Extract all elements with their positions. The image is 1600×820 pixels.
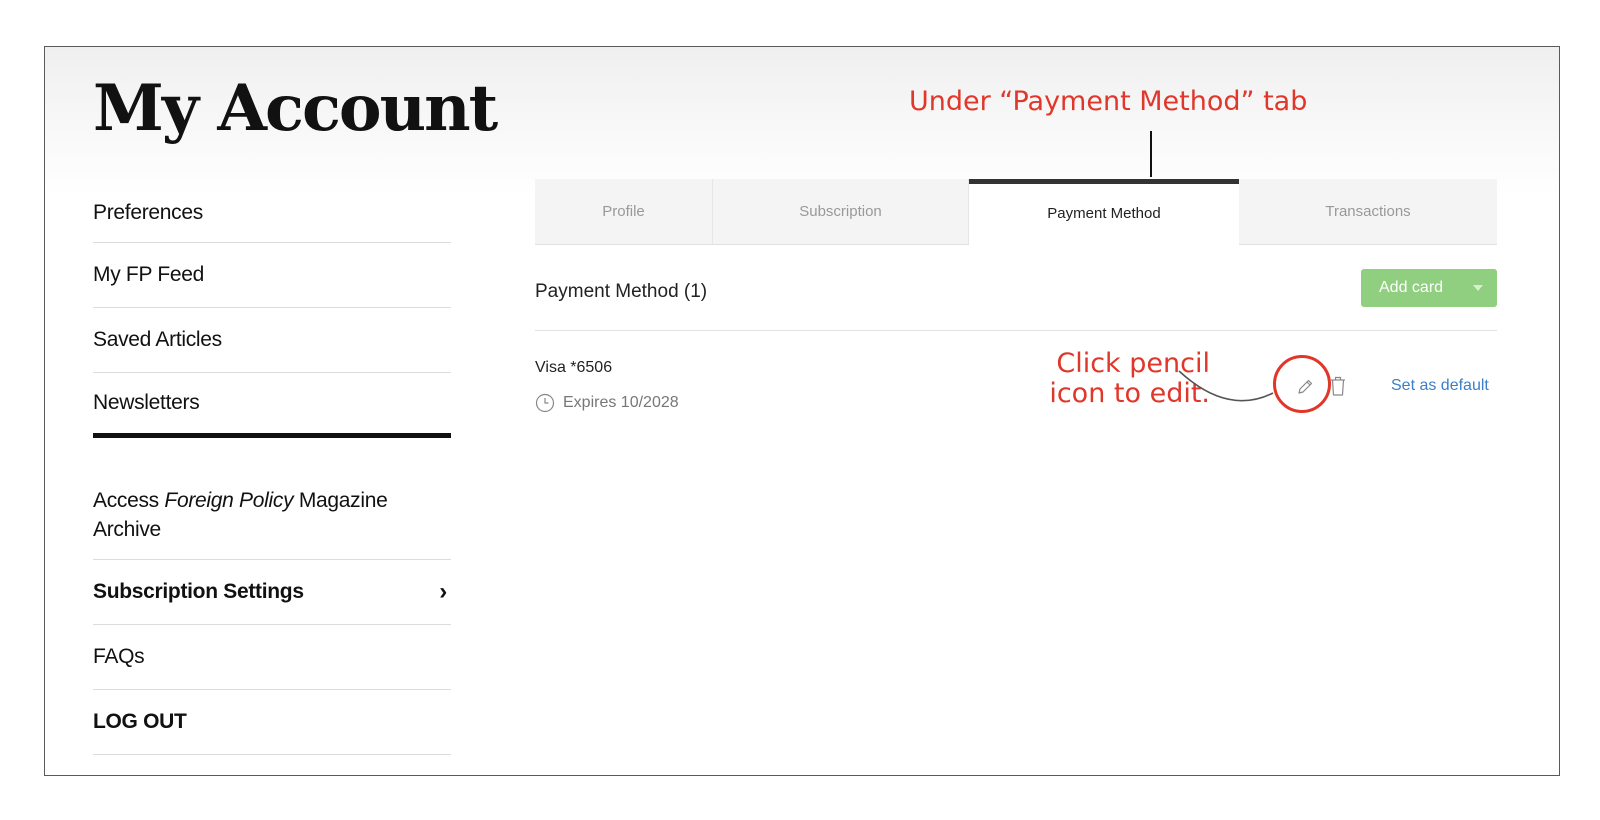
trash-icon[interactable] xyxy=(1329,375,1347,397)
sidebar-item-label: Newsletters xyxy=(93,391,200,414)
annotation-pointer-line xyxy=(1150,131,1152,177)
sidebar-item-faqs[interactable]: FAQs xyxy=(93,625,451,690)
sidebar-item-label: LOG OUT xyxy=(93,710,187,733)
sidebar-item-label: FAQs xyxy=(93,645,145,668)
sidebar: Preferences My FP Feed Saved Articles Ne… xyxy=(93,183,451,755)
annotation-tab-note: Under “Payment Method” tab xyxy=(909,86,1308,117)
account-page: My Account Under “Payment Method” tab Pr… xyxy=(44,46,1560,776)
archive-label-pre: Access xyxy=(93,489,165,512)
tab-subscription[interactable]: Subscription xyxy=(713,179,969,245)
tab-profile[interactable]: Profile xyxy=(535,179,713,245)
sidebar-item-newsletters[interactable]: Newsletters xyxy=(93,373,451,438)
tab-transactions[interactable]: Transactions xyxy=(1239,179,1497,245)
annotation-highlight-circle xyxy=(1273,355,1331,413)
chevron-right-icon: › xyxy=(439,578,447,605)
clock-icon xyxy=(535,393,555,413)
add-card-label: Add card xyxy=(1379,279,1444,296)
sidebar-item-label: Saved Articles xyxy=(93,328,222,351)
payment-method-header: Payment Method (1) Add card xyxy=(535,269,1497,331)
tab-payment-method[interactable]: Payment Method xyxy=(969,179,1239,245)
sidebar-item-saved-articles[interactable]: Saved Articles xyxy=(93,308,451,373)
sidebar-item-label: Access Foreign Policy Magazine Archive xyxy=(93,486,451,544)
account-tabs: Profile Subscription Payment Method Tran… xyxy=(535,179,1497,245)
sidebar-item-subscription-settings[interactable]: Subscription Settings › xyxy=(93,560,451,625)
sidebar-item-label: Subscription Settings xyxy=(93,580,304,603)
card-name: Visa *6506 xyxy=(535,359,613,376)
card-expiry: Expires 10/2028 xyxy=(535,393,679,413)
sidebar-item-label: Preferences xyxy=(93,200,203,224)
caret-down-icon[interactable] xyxy=(1473,285,1483,291)
sidebar-item-magazine-archive[interactable]: Access Foreign Policy Magazine Archive xyxy=(93,472,451,560)
set-as-default-link[interactable]: Set as default xyxy=(1391,377,1489,395)
add-card-button[interactable]: Add card xyxy=(1361,269,1497,307)
sidebar-item-logout[interactable]: LOG OUT xyxy=(93,690,451,755)
card-expiry-text: Expires 10/2028 xyxy=(563,394,679,411)
sidebar-item-preferences[interactable]: Preferences xyxy=(93,183,451,243)
annotation-arrow xyxy=(1178,370,1274,402)
sidebar-item-my-fp-feed[interactable]: My FP Feed xyxy=(93,243,451,308)
sidebar-item-label: My FP Feed xyxy=(93,263,204,286)
payment-method-title: Payment Method (1) xyxy=(535,281,708,302)
page-title: My Account xyxy=(93,71,498,146)
archive-label-italic: Foreign Policy xyxy=(164,489,294,512)
